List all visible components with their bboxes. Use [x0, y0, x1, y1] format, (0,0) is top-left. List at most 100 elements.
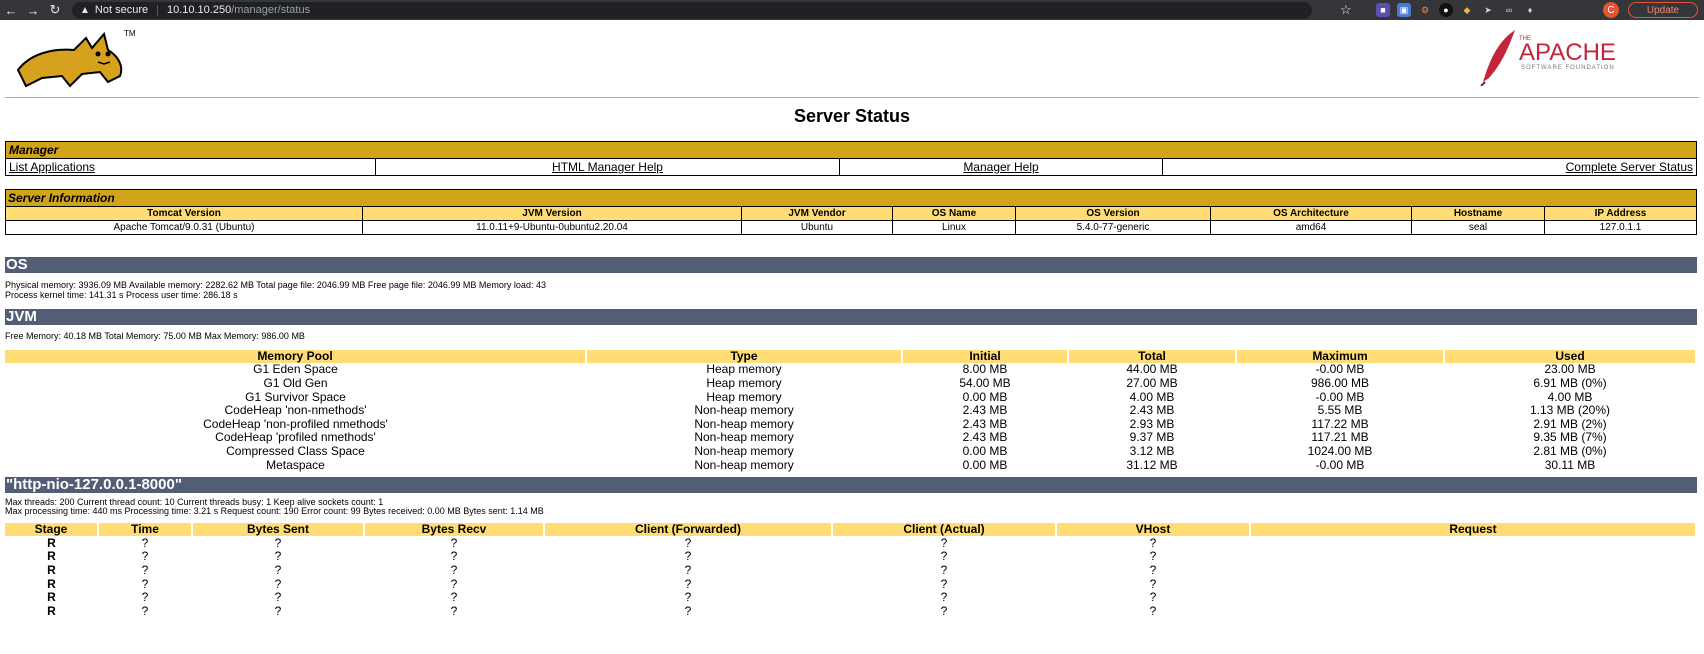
table-cell: ? — [940, 535, 948, 550]
complete-server-status-link[interactable]: Complete Server Status — [1566, 160, 1693, 174]
warning-icon[interactable]: ▲ — [80, 5, 90, 16]
table-cell: 3.12 MB — [1129, 443, 1175, 458]
memory-pool-row: G1 Survivor Space Heap memory 0.00 MB 4.00 … — [5, 390, 1696, 404]
table-cell: Non-heap memory — [694, 430, 794, 445]
server-info-header-row: Tomcat Version JVM Version JVM Vendor OS… — [5, 206, 1697, 221]
bookmark-star-icon[interactable]: ☆ — [1340, 2, 1352, 18]
ip-address-value: 127.0.1.1 — [1544, 220, 1697, 235]
table-cell: R — [47, 535, 56, 550]
list-applications-link[interactable]: List Applications — [9, 160, 95, 174]
back-arrow-icon[interactable]: ← — [0, 0, 22, 20]
extension-badge-icon[interactable]: ■ — [1376, 3, 1390, 17]
table-cell: Heap memory — [706, 375, 782, 390]
jvm-memory-info: Free Memory: 40.18 MB Total Memory: 75.0… — [5, 331, 305, 341]
column-header: OS Version — [1015, 206, 1211, 221]
server-info-row: Apache Tomcat/9.0.31 (Ubuntu) 11.0.11+9-… — [5, 220, 1697, 235]
table-cell: 2.43 MB — [1129, 403, 1175, 418]
table-cell: G1 Old Gen — [263, 375, 328, 390]
table-cell: Non-heap memory — [694, 416, 794, 431]
memory-pool-row: CodeHeap 'profiled nmethods' Non-heap mem… — [5, 431, 1696, 445]
profile-avatar[interactable]: C — [1603, 2, 1619, 18]
not-secure-label[interactable]: Not secure — [95, 4, 148, 16]
table-cell: CodeHeap 'profiled nmethods' — [215, 430, 376, 445]
translate-extension-icon[interactable]: ▣ — [1397, 3, 1411, 17]
column-header: IP Address — [1544, 206, 1697, 221]
dark-extension-icon[interactable]: ● — [1439, 3, 1453, 17]
request-stage-row: R?????? — [5, 564, 1696, 578]
table-cell: 9.35 MB (7%) — [1533, 430, 1607, 445]
wappalyzer-extension-icon[interactable]: ∞ — [1502, 3, 1516, 17]
address-bar[interactable]: ▲ Not secure | 10.10.10.250/manager/stat… — [72, 1, 1312, 19]
table-cell: ? — [940, 549, 948, 564]
table-cell: ? — [684, 549, 692, 564]
column-header: Request — [1250, 523, 1697, 537]
apache-logo-icon[interactable]: THE APACHE SOFTWARE FOUNDATION — [1475, 26, 1675, 86]
table-cell: 2.43 MB — [962, 403, 1008, 418]
table-cell: ? — [684, 535, 692, 550]
memory-pool-header-row: Memory Pool Type Initial Total Maximum U… — [5, 349, 1697, 364]
apache-name: APACHE — [1519, 39, 1616, 66]
manager-status-page: TM THE APACHE SOFTWARE FOUNDATION Server… — [0, 20, 1704, 618]
table-cell: Non-heap memory — [694, 403, 794, 418]
manager-help-link[interactable]: Manager Help — [963, 160, 1038, 174]
url-path[interactable]: /manager/status — [231, 4, 310, 16]
forward-arrow-icon[interactable]: → — [22, 0, 44, 20]
memory-pool-row: Metaspace Non-heap memory 0.00 MB 31.12 MB -… — [5, 458, 1696, 472]
jvm-version-value: 11.0.11+9-Ubuntu-0ubuntu2.20.04 — [362, 220, 742, 235]
column-header: Maximum — [1236, 349, 1445, 364]
table-cell: 23.00 MB — [1544, 362, 1596, 377]
table-cell: 6.91 MB (0%) — [1533, 375, 1607, 390]
column-header: Tomcat Version — [5, 206, 363, 221]
memory-pool-row: CodeHeap 'non-nmethods' Non-heap memory 2.… — [5, 404, 1696, 418]
table-cell: 1.13 MB (20%) — [1529, 403, 1611, 418]
table-cell: Heap memory — [706, 362, 782, 377]
table-cell: ? — [274, 562, 282, 577]
puzzle-extensions-icon[interactable]: ♦ — [1523, 3, 1537, 17]
update-button[interactable]: Update — [1628, 2, 1698, 18]
connector-request-info: Max processing time: 440 ms Processing t… — [5, 506, 544, 517]
reload-icon[interactable]: ↻ — [44, 0, 66, 20]
table-cell: Heap memory — [706, 389, 782, 404]
table-cell — [1250, 577, 1696, 591]
url-host[interactable]: 10.10.10.250 — [167, 4, 231, 16]
table-cell: 986.00 MB — [1310, 375, 1370, 390]
table-cell: 1024.00 MB — [1307, 443, 1373, 458]
table-cell: ? — [141, 562, 149, 577]
fox-extension-icon[interactable]: ◆ — [1460, 3, 1474, 17]
os-architecture-value: amd64 — [1210, 220, 1412, 235]
os-name-value: Linux — [892, 220, 1016, 235]
html-manager-help-link[interactable]: HTML Manager Help — [552, 160, 663, 174]
tomcat-logo-icon[interactable]: TM — [12, 26, 142, 90]
table-cell: ? — [1149, 535, 1157, 550]
table-cell: ? — [450, 576, 458, 591]
column-header: Time — [98, 523, 193, 537]
table-cell: ? — [141, 576, 149, 591]
table-cell: 31.12 MB — [1126, 457, 1178, 472]
bird-extension-icon[interactable]: ➤ — [1481, 3, 1495, 17]
table-cell: ? — [684, 562, 692, 577]
table-cell: 0.00 MB — [962, 389, 1008, 404]
table-cell: 4.00 MB — [1547, 389, 1593, 404]
request-stage-table: Stage Time Bytes Sent Bytes Recv Client … — [5, 523, 1697, 618]
table-cell: ? — [450, 562, 458, 577]
hostname-value: seal — [1411, 220, 1545, 235]
column-header: Total — [1068, 349, 1237, 364]
request-stage-row: R?????? — [5, 604, 1696, 618]
table-cell: ? — [684, 603, 692, 618]
os-process-times: Process kernel time: 141.31 s Process us… — [5, 289, 238, 300]
column-header: Client (Actual) — [832, 523, 1057, 537]
memory-pool-row: CodeHeap 'non-profiled nmethods' Non-heap… — [5, 417, 1696, 431]
table-cell: 2.93 MB — [1129, 416, 1175, 431]
table-cell: R — [47, 549, 56, 564]
table-cell: ? — [1149, 590, 1157, 605]
column-header: JVM Version — [362, 206, 742, 221]
column-header: Client (Forwarded) — [544, 523, 833, 537]
memory-pool-row: G1 Eden Space Heap memory 8.00 MB 44.00 MB -… — [5, 363, 1696, 377]
table-cell: ? — [141, 603, 149, 618]
burp-extension-icon[interactable]: ⚙ — [1418, 3, 1432, 17]
connector-heading: "http-nio-127.0.0.1-8000" — [5, 476, 1697, 493]
table-cell: ? — [940, 603, 948, 618]
memory-pool-table: Memory Pool Type Initial Total Maximum U… — [5, 349, 1697, 472]
table-cell: Compressed Class Space — [226, 443, 365, 458]
table-cell: 2.43 MB — [962, 416, 1008, 431]
